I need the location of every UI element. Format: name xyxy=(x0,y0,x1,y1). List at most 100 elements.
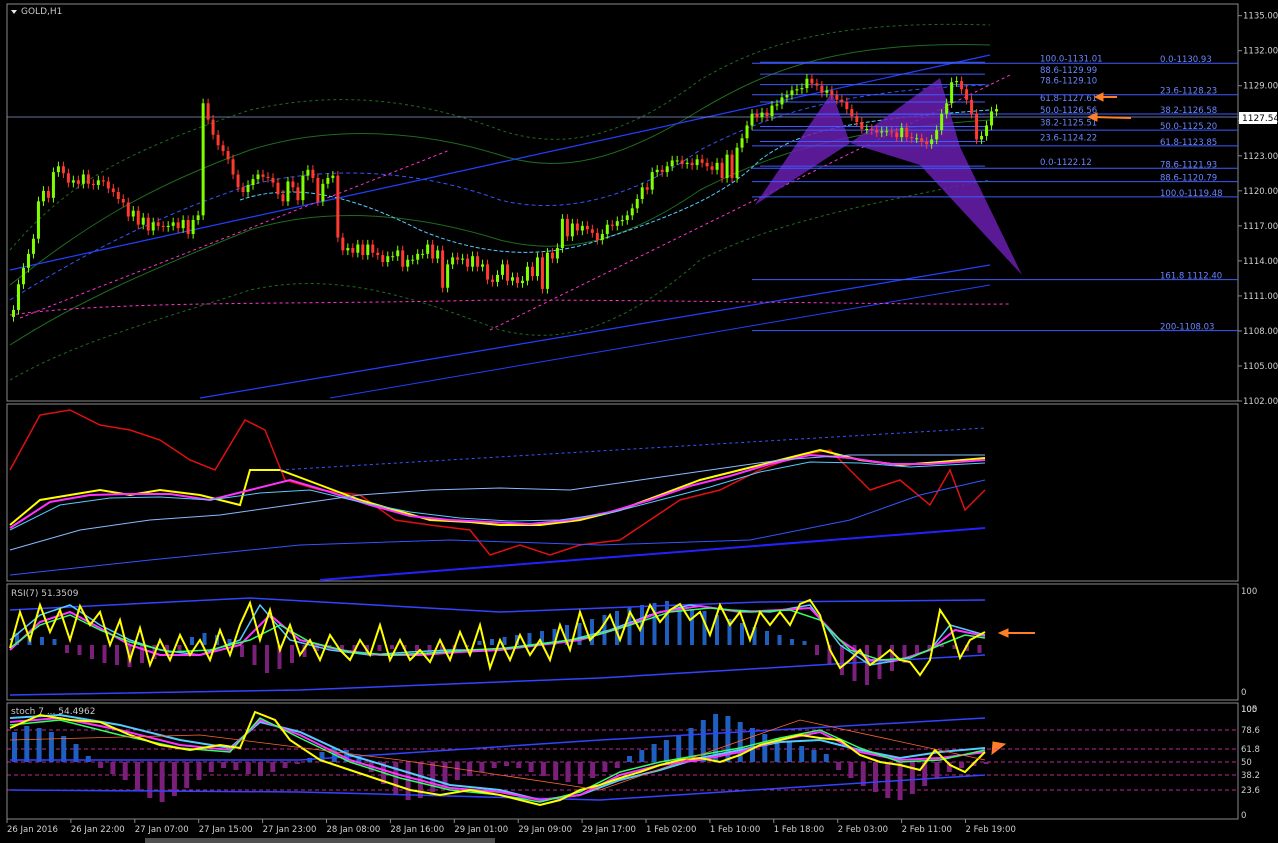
stoch-histogram-bar xyxy=(663,740,669,762)
candle-body xyxy=(296,187,300,201)
symbol-title: GOLD,H1 xyxy=(21,7,62,17)
price-tick-label: 1123.00 xyxy=(1243,152,1278,162)
candle-body xyxy=(810,78,814,84)
time-tick-label: 27 Jan 07:00 xyxy=(135,825,189,835)
candle-body xyxy=(306,169,310,176)
stoch-tick-label: 61.8 xyxy=(1241,745,1260,755)
stoch-histogram-bar xyxy=(565,762,571,782)
stoch-histogram-bar xyxy=(799,746,805,762)
time-tick-label: 29 Jan 09:00 xyxy=(518,825,572,835)
candle-body xyxy=(595,232,599,240)
candle-body xyxy=(700,159,704,163)
fib-right-label: 161.8 1112.40 xyxy=(1160,272,1222,282)
rsi-histogram-bar xyxy=(777,635,782,645)
candle-body xyxy=(316,177,320,202)
rsi-histogram-bar xyxy=(865,645,869,685)
stoch-histogram-bar xyxy=(258,762,263,776)
time-tick-label: 27 Jan 23:00 xyxy=(263,825,317,835)
candle-body xyxy=(231,159,235,175)
candle-body xyxy=(411,259,415,261)
rsi-histogram-bar xyxy=(740,623,744,645)
fib-right-label: 23.6-1128.23 xyxy=(1160,87,1217,97)
stoch-histogram-bar xyxy=(467,762,473,776)
candle-body xyxy=(695,159,699,166)
stoch-histogram-bar xyxy=(196,762,202,780)
candle-body xyxy=(371,244,375,253)
price-tick-label: 1129.00 xyxy=(1243,82,1278,92)
chart-canvas[interactable]: GOLD,H1 1135.001132.001129.001126.001123… xyxy=(0,0,1278,843)
candle-body xyxy=(570,223,574,237)
rsi-histogram-bar xyxy=(390,645,394,649)
candle-body xyxy=(620,220,624,222)
candle-body xyxy=(286,181,290,202)
time-tick-label: 26 Jan 22:00 xyxy=(71,825,125,835)
candle-body xyxy=(850,109,854,117)
candle-body xyxy=(580,225,584,231)
time-tick-label: 2 Feb 19:00 xyxy=(966,825,1016,835)
candle-body xyxy=(830,90,834,96)
horizontal-scrollbar[interactable] xyxy=(145,838,495,843)
rsi-histogram-bar xyxy=(690,609,694,645)
candle-body xyxy=(191,220,195,235)
candle-body xyxy=(451,257,455,265)
candle-body xyxy=(685,162,689,164)
candle-body xyxy=(515,277,519,284)
candle-body xyxy=(61,166,65,174)
candle-body xyxy=(780,97,784,105)
candle-body xyxy=(51,172,55,198)
candle-body xyxy=(246,184,250,192)
candle-body xyxy=(266,176,270,178)
candle-body xyxy=(565,218,569,237)
candle-body xyxy=(855,116,859,122)
candle-body xyxy=(46,190,50,198)
stoch-histogram-bar xyxy=(627,756,632,762)
stoch-histogram-bar xyxy=(983,762,989,764)
stoch-histogram-bar xyxy=(504,762,509,766)
rsi-histogram-bar xyxy=(52,639,57,645)
symbol-menu-icon[interactable] xyxy=(11,10,17,14)
candle-body xyxy=(226,151,230,160)
candle-body xyxy=(670,160,674,167)
candle-body xyxy=(216,134,220,146)
rsi-histogram-bar xyxy=(115,645,119,665)
candle-body xyxy=(491,279,495,282)
rsi-axis-top: 100 xyxy=(1241,587,1257,597)
stoch-tick-label: 50 xyxy=(1241,758,1252,768)
stoch-histogram-bar xyxy=(602,762,608,772)
stoch-axis: 10510078.661.85038.223.60 xyxy=(1241,705,1260,821)
candle-body xyxy=(241,187,245,192)
rsi-histogram-bar xyxy=(202,633,207,645)
candle-body xyxy=(635,198,639,209)
rsi-histogram-bar xyxy=(240,645,244,657)
stoch-histogram-bar xyxy=(12,732,17,762)
stoch-histogram-bar xyxy=(61,736,67,762)
candle-body xyxy=(630,208,634,216)
candle-body xyxy=(76,180,80,184)
last-price-label: 1127.54 xyxy=(1242,114,1278,124)
stoch-histogram-bar xyxy=(184,762,190,788)
stoch-histogram-bar xyxy=(208,762,214,772)
price-tick-label: 1132.00 xyxy=(1243,47,1278,57)
candle-body xyxy=(386,256,390,263)
stoch-histogram-bar xyxy=(614,762,620,768)
stoch-histogram-bar xyxy=(577,762,583,784)
candle-body xyxy=(650,172,654,190)
time-tick-label: 2 Feb 11:00 xyxy=(902,825,952,835)
candle-body xyxy=(116,191,120,199)
time-tick-label: 1 Feb 18:00 xyxy=(774,825,824,835)
candle-body xyxy=(955,81,959,83)
stoch-histogram-bar xyxy=(454,762,460,780)
candle-body xyxy=(705,162,709,167)
rsi-histogram-bar xyxy=(840,645,844,675)
candle-body xyxy=(715,162,719,170)
fib-right-label: 88.6-1120.79 xyxy=(1160,174,1217,184)
stoch-histogram xyxy=(12,714,989,802)
candle-body xyxy=(326,177,330,184)
stoch-tick-label: 38.2 xyxy=(1241,771,1260,781)
candle-body xyxy=(625,215,629,221)
candle-body xyxy=(456,257,460,260)
candle-body xyxy=(31,238,35,254)
fib-right-label: 38.2-1126.58 xyxy=(1160,106,1217,116)
candle-body xyxy=(555,248,559,259)
stoch-histogram-bar xyxy=(540,762,546,776)
